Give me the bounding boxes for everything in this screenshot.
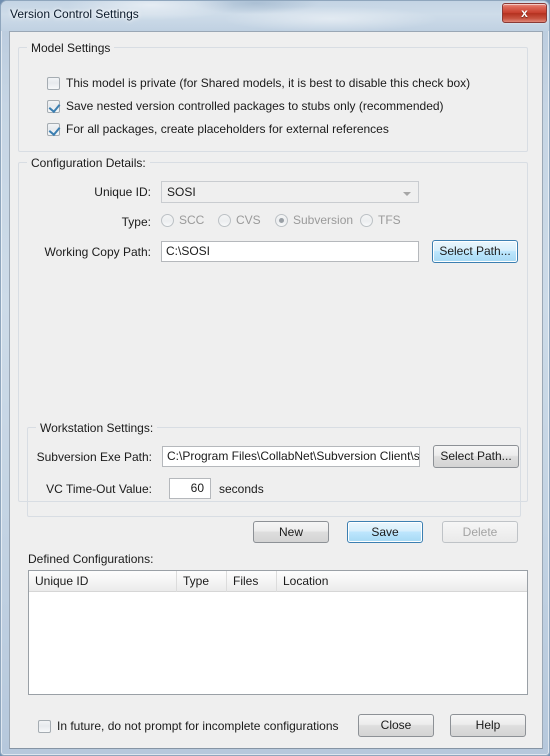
configuration-details-group: Configuration Details: Unique ID: SOSI T… bbox=[18, 156, 528, 517]
list-header-row: Unique ID Type Files Location bbox=[29, 571, 527, 592]
working-copy-path-input[interactable]: C:\SOSI bbox=[161, 241, 419, 262]
vc-timeout-label: VC Time-Out Value: bbox=[46, 482, 152, 496]
dialog-client-area: Model Settings This model is private (fo… bbox=[9, 31, 543, 749]
new-button[interactable]: New bbox=[253, 521, 329, 543]
radio-dot[interactable] bbox=[275, 214, 288, 227]
working-copy-select-path-button[interactable]: Select Path... bbox=[432, 240, 518, 263]
radio-label: Subversion bbox=[293, 213, 354, 227]
unique-id-combobox[interactable]: SOSI bbox=[161, 181, 419, 203]
chevron-down-icon[interactable] bbox=[403, 192, 411, 196]
checkbox-box[interactable] bbox=[47, 77, 60, 90]
checkbox-box[interactable] bbox=[47, 123, 60, 136]
subversion-exe-select-path-button[interactable]: Select Path... bbox=[433, 445, 519, 468]
checkbox-create-placeholders[interactable]: For all packages, create placeholders fo… bbox=[47, 122, 507, 138]
radio-label: SCC bbox=[179, 213, 205, 227]
type-radio-group: SCC CVS Subversion TFS bbox=[161, 213, 411, 229]
radio-label: TFS bbox=[378, 213, 401, 227]
radio-dot[interactable] bbox=[161, 214, 174, 227]
list-body[interactable] bbox=[29, 592, 527, 694]
dialog-window: Version Control Settings x Model Setting… bbox=[0, 0, 550, 756]
checkbox-box[interactable] bbox=[38, 720, 51, 733]
subversion-exe-path-label: Subversion Exe Path: bbox=[36, 450, 152, 464]
workstation-settings-group: Workstation Settings: Subversion Exe Pat… bbox=[27, 421, 521, 517]
close-button[interactable]: Close bbox=[358, 714, 434, 737]
column-header-location[interactable]: Location bbox=[277, 571, 527, 592]
unique-id-label: Unique ID: bbox=[94, 185, 151, 199]
model-settings-legend: Model Settings bbox=[27, 41, 115, 55]
defined-configurations-label: Defined Configurations: bbox=[28, 552, 154, 566]
radio-label: CVS bbox=[236, 213, 261, 227]
radio-dot[interactable] bbox=[360, 214, 373, 227]
delete-button: Delete bbox=[442, 521, 518, 543]
defined-configurations-list[interactable]: Unique ID Type Files Location bbox=[28, 570, 528, 695]
vc-timeout-input[interactable]: 60 bbox=[169, 478, 211, 499]
column-header-unique-id[interactable]: Unique ID bbox=[29, 571, 177, 592]
close-icon[interactable]: x bbox=[502, 3, 547, 23]
vc-timeout-units-label: seconds bbox=[219, 482, 264, 496]
save-button[interactable]: Save bbox=[347, 521, 423, 543]
column-header-type[interactable]: Type bbox=[177, 571, 227, 592]
subversion-exe-path-input[interactable]: C:\Program Files\CollabNet\Subversion Cl… bbox=[162, 446, 420, 467]
workstation-settings-legend: Workstation Settings: bbox=[36, 421, 158, 435]
checkbox-model-is-private[interactable]: This model is private (for Shared models… bbox=[47, 76, 507, 92]
checkbox-label: In future, do not prompt for incomplete … bbox=[57, 719, 339, 733]
title-bar: Version Control Settings x bbox=[1, 1, 549, 31]
radio-dot[interactable] bbox=[218, 214, 231, 227]
checkbox-label: Save nested version controlled packages … bbox=[66, 99, 444, 113]
help-button[interactable]: Help bbox=[450, 714, 526, 737]
checkbox-save-nested-stubs[interactable]: Save nested version controlled packages … bbox=[47, 99, 507, 115]
unique-id-value: SOSI bbox=[167, 185, 196, 199]
working-copy-path-label: Working Copy Path: bbox=[44, 245, 152, 259]
configuration-details-legend: Configuration Details: bbox=[27, 156, 150, 170]
type-label: Type: bbox=[121, 215, 151, 229]
checkbox-do-not-prompt[interactable]: In future, do not prompt for incomplete … bbox=[38, 719, 368, 735]
checkbox-box[interactable] bbox=[47, 100, 60, 113]
column-header-files[interactable]: Files bbox=[227, 571, 277, 592]
model-settings-group: Model Settings This model is private (fo… bbox=[18, 41, 528, 152]
checkbox-label: For all packages, create placeholders fo… bbox=[66, 122, 389, 136]
checkbox-label: This model is private (for Shared models… bbox=[66, 76, 471, 90]
window-title: Version Control Settings bbox=[10, 7, 139, 21]
